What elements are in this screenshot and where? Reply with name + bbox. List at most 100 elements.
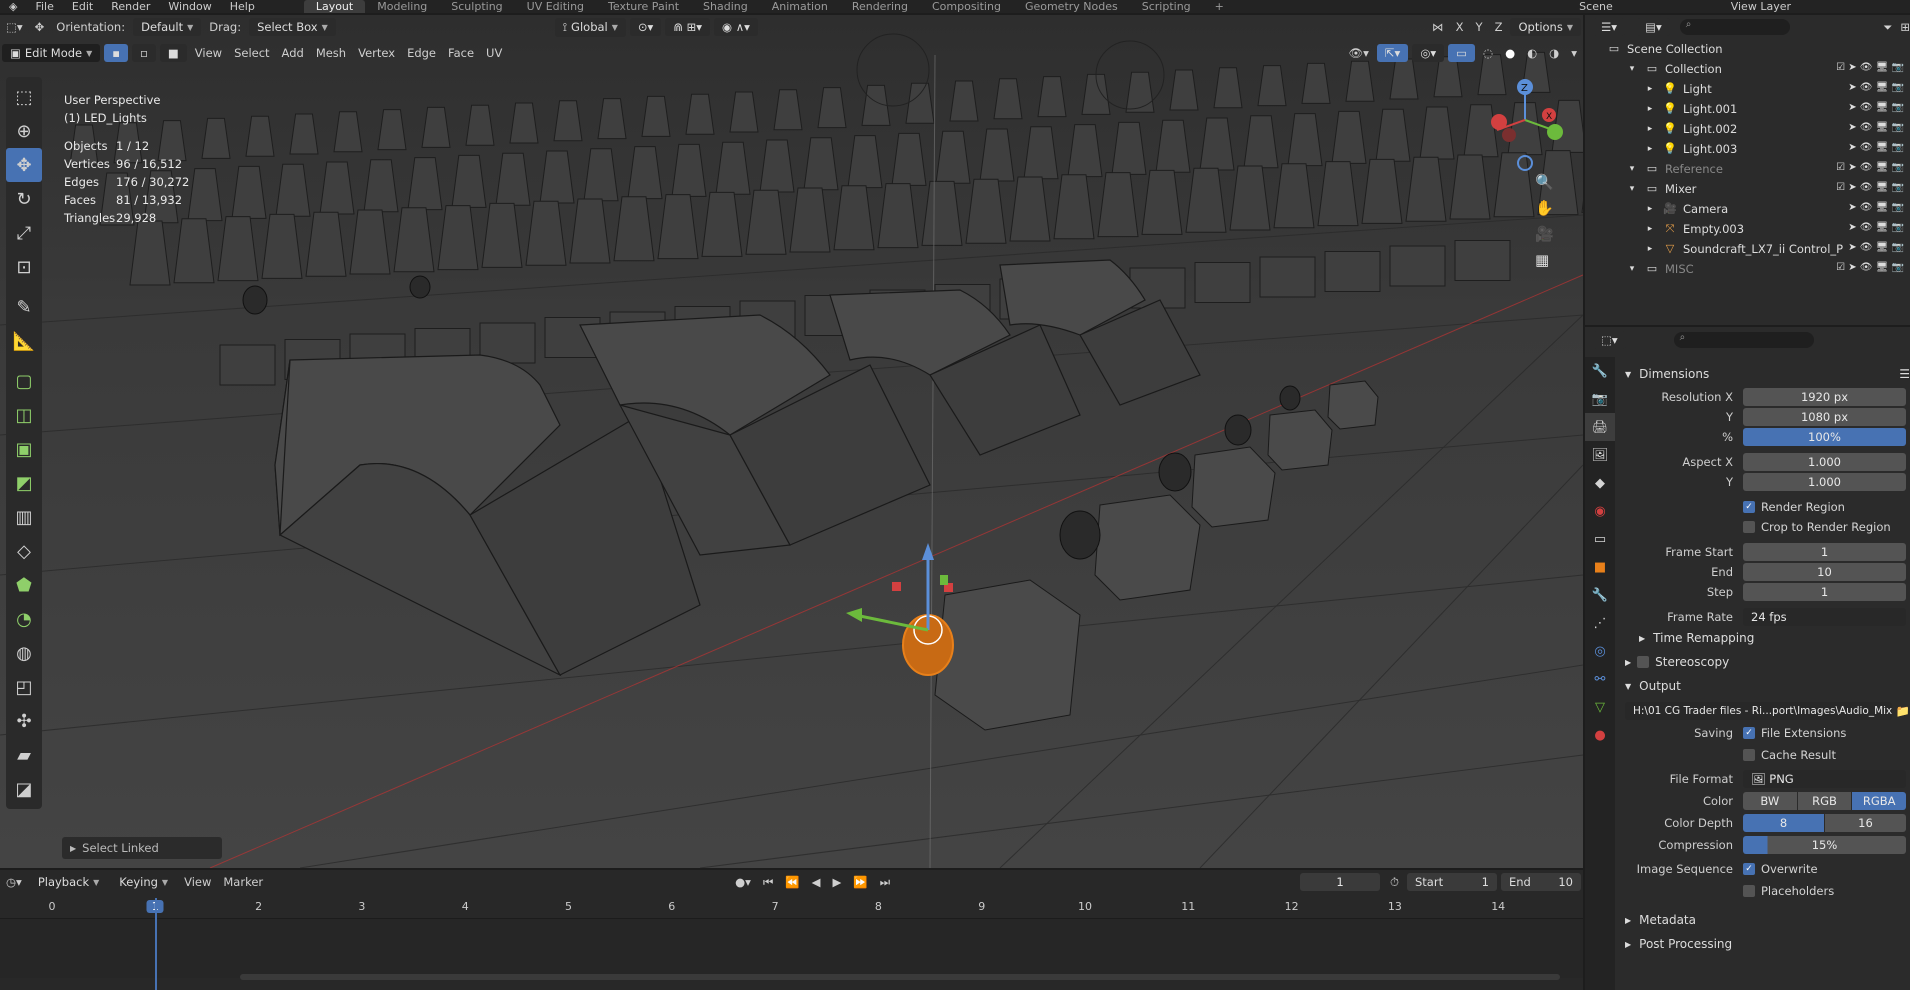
vertex-select-mode-button[interactable]: ▪ xyxy=(104,44,129,62)
knife-tool-icon[interactable]: ◇ xyxy=(6,534,42,568)
transform-orientation-dropdown[interactable]: ⟟ Global ▼ xyxy=(554,17,626,37)
outliner-search-input[interactable]: ⌕ xyxy=(1679,19,1790,35)
visibility-toggles[interactable]: ➤ 👁 🖥 📷 xyxy=(1848,222,1904,233)
jump-end-icon[interactable]: ⏭ xyxy=(874,875,896,890)
last-operator-panel[interactable]: ▶ Select Linked xyxy=(62,837,222,859)
filter-icon[interactable]: ⏷ xyxy=(1883,20,1892,35)
navigation-gizmo[interactable]: Z X xyxy=(1485,75,1565,175)
tab-texture-paint[interactable]: Texture Paint xyxy=(596,0,691,13)
menu-mesh[interactable]: Mesh xyxy=(310,46,352,60)
metadata-header[interactable]: ▶ Metadata xyxy=(1615,909,1910,931)
orientation-dropdown[interactable]: Default ▼ xyxy=(133,18,202,36)
record-icon[interactable]: ●▾ xyxy=(729,875,757,889)
display-mode-icon[interactable]: ▤▾ xyxy=(1637,18,1670,36)
crop-region-checkbox[interactable] xyxy=(1743,521,1755,533)
mirror-z-toggle[interactable]: Z xyxy=(1489,20,1509,34)
menu-view[interactable]: View xyxy=(189,46,228,60)
stereoscopy-checkbox[interactable] xyxy=(1637,656,1650,668)
menu-help[interactable]: Help xyxy=(221,0,264,13)
measure-tool-icon[interactable]: 📐 xyxy=(6,324,42,358)
end-frame-field[interactable]: End 10 xyxy=(1501,873,1581,891)
overlay-toggle[interactable]: ◎▾ xyxy=(1412,44,1445,62)
resolution-percent-slider[interactable]: 100% xyxy=(1743,428,1906,446)
file-extensions-checkbox[interactable]: ✓ xyxy=(1743,727,1755,739)
xray-toggle[interactable]: ▭ xyxy=(1448,44,1476,62)
tab-compositing[interactable]: Compositing xyxy=(920,0,1013,13)
visibility-toggles[interactable]: ➤ 👁 🖥 📷 xyxy=(1848,202,1904,213)
output-path-field[interactable]: H:\01 CG Trader files - Ri...port\Images… xyxy=(1625,702,1892,720)
outliner-item[interactable]: ▸ 💡 Light ➤ 👁 🖥 📷 xyxy=(1585,79,1910,99)
outliner-item[interactable]: ▸ 🎥 Camera ➤ 👁 🖥 📷 xyxy=(1585,199,1910,219)
modifier-tab-icon[interactable]: 🔧 xyxy=(1585,581,1615,609)
annotate-tool-icon[interactable]: ✎ xyxy=(6,290,42,324)
keying-menu[interactable]: Keying ▼ xyxy=(111,873,176,891)
menu-file[interactable]: File xyxy=(26,0,62,13)
3d-viewport[interactable]: ⬚▾ ✥ Orientation: Default ▼ Drag: Select … xyxy=(0,15,1583,868)
data-tab-icon[interactable]: ▽ xyxy=(1585,693,1615,721)
color-depth-16-button[interactable]: 16 xyxy=(1825,814,1906,832)
color-rgba-button[interactable]: RGBA xyxy=(1852,792,1907,810)
view-layer-tab-icon[interactable]: 🖼 xyxy=(1585,441,1615,469)
cursor-tool-icon[interactable]: ⊕ xyxy=(6,114,42,148)
chevron-right-icon[interactable]: ▸ xyxy=(1643,202,1657,216)
constraints-tab-icon[interactable]: ⚯ xyxy=(1585,665,1615,693)
view-layer-selector[interactable]: View Layer xyxy=(1722,0,1800,13)
current-frame-field[interactable]: 1 xyxy=(1300,873,1381,891)
clock-icon[interactable]: ⏱ xyxy=(1384,875,1405,890)
drag-dropdown[interactable]: Select Box ▼ xyxy=(249,18,336,36)
outliner-item[interactable]: ▾ ▭ MISC ☑ ➤ 👁 🖥 📷 xyxy=(1585,259,1910,279)
shrink-fatten-tool-icon[interactable]: ✣ xyxy=(6,704,42,738)
menu-edit[interactable]: Edit xyxy=(63,0,102,13)
viewport-scene[interactable] xyxy=(0,15,1583,868)
visibility-toggles[interactable]: ☑ ➤ 👁 🖥 📷 xyxy=(1836,262,1904,273)
outliner-item[interactable]: ▾ ▭ Reference ☑ ➤ 👁 🖥 📷 xyxy=(1585,159,1910,179)
output-tab-icon[interactable]: 🖨 xyxy=(1585,413,1615,441)
timeline-ruler[interactable]: 01234567891011121314 xyxy=(0,900,1583,916)
outliner-item[interactable]: ▸ 💡 Light.002 ➤ 👁 🖥 📷 xyxy=(1585,119,1910,139)
visibility-toggles[interactable]: ➤ 👁 🖥 📷 xyxy=(1848,242,1904,253)
folder-icon[interactable]: 📁 xyxy=(1896,704,1910,718)
extrude-tool-icon[interactable]: ◫ xyxy=(6,398,42,432)
mirror-x-toggle[interactable]: X xyxy=(1450,20,1470,34)
scale-tool-icon[interactable]: ⤢ xyxy=(6,216,42,250)
timeline-editor-type-icon[interactable]: ◷▾ xyxy=(0,875,28,889)
output-panel-header[interactable]: ▼ Output xyxy=(1615,675,1910,697)
chevron-right-icon[interactable]: ▸ xyxy=(1643,122,1657,136)
material-shading-icon[interactable]: ◐ xyxy=(1521,46,1543,60)
menu-vertex[interactable]: Vertex xyxy=(352,46,401,60)
editor-type-icon[interactable]: ⬚▾ xyxy=(0,20,29,34)
outliner-item[interactable]: ▸ 💡 Light.001 ➤ 👁 🖥 📷 xyxy=(1585,99,1910,119)
tab-shading[interactable]: Shading xyxy=(691,0,760,13)
bevel-tool-icon[interactable]: ◩ xyxy=(6,466,42,500)
aspect-y-field[interactable]: 1.000 xyxy=(1743,473,1906,491)
outliner-item[interactable]: ▾ ▭ Mixer ☑ ➤ 👁 🖥 📷 xyxy=(1585,179,1910,199)
menu-face[interactable]: Face xyxy=(442,46,480,60)
play-reverse-icon[interactable]: ◀ xyxy=(806,875,827,889)
mode-dropdown[interactable]: ▣ Edit Mode ▼ xyxy=(2,44,101,62)
post-processing-header[interactable]: ▶ Post Processing xyxy=(1615,933,1910,955)
mirror-y-toggle[interactable]: Y xyxy=(1470,20,1489,34)
placeholders-checkbox[interactable] xyxy=(1743,885,1755,897)
tab-modeling[interactable]: Modeling xyxy=(365,0,439,13)
options-dropdown[interactable]: Options ▼ xyxy=(1510,18,1581,36)
visibility-icon[interactable]: 👁▾ xyxy=(1343,46,1375,60)
camera-view-icon[interactable]: 🎥 xyxy=(1535,225,1554,243)
menu-add[interactable]: Add xyxy=(276,46,310,60)
properties-search-input[interactable]: ⌕ xyxy=(1673,332,1814,348)
color-depth-8-button[interactable]: 8 xyxy=(1743,814,1824,832)
tab-scripting[interactable]: Scripting xyxy=(1130,0,1203,13)
aspect-x-field[interactable]: 1.000 xyxy=(1743,453,1906,471)
zoom-icon[interactable]: 🔍 xyxy=(1535,173,1554,191)
pan-hand-icon[interactable]: ✋ xyxy=(1535,199,1554,217)
visibility-toggles[interactable]: ➤ 👁 🖥 📷 xyxy=(1848,142,1904,153)
add-cube-tool-icon[interactable]: ▢ xyxy=(6,364,42,398)
visibility-toggles[interactable]: ☑ ➤ 👁 🖥 📷 xyxy=(1836,62,1904,73)
visibility-toggles[interactable]: ➤ 👁 🖥 📷 xyxy=(1848,82,1904,93)
smooth-tool-icon[interactable]: ◍ xyxy=(6,636,42,670)
wireframe-shading-icon[interactable]: ◌ xyxy=(1477,46,1499,60)
world-tab-icon[interactable]: ◉ xyxy=(1585,497,1615,525)
next-keyframe-icon[interactable]: ⏩ xyxy=(847,875,873,889)
inset-tool-icon[interactable]: ▣ xyxy=(6,432,42,466)
compression-slider[interactable]: 15% xyxy=(1743,836,1906,854)
properties-editor-type-icon[interactable]: ⬚▾ xyxy=(1593,331,1626,349)
